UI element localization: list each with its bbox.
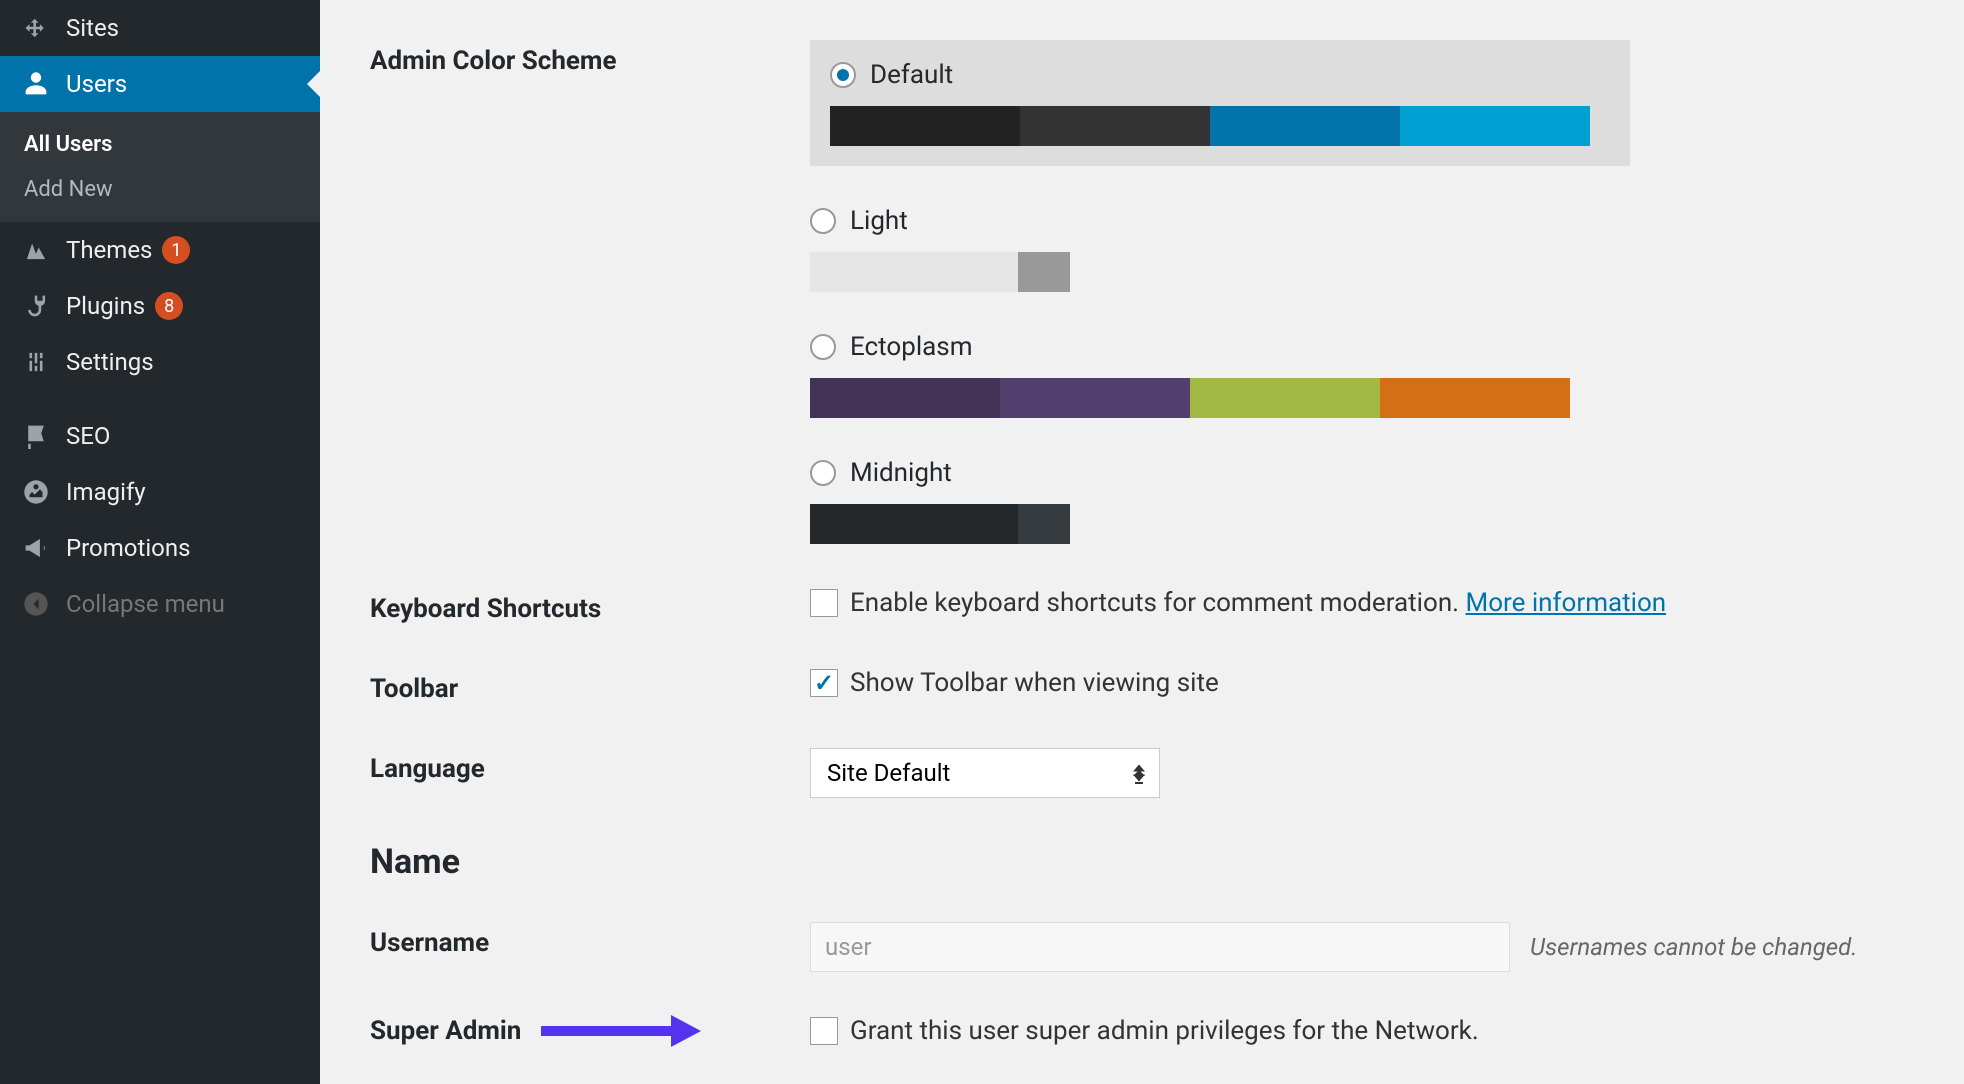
sidebar-item-promotions[interactable]: Promotions <box>0 520 320 576</box>
sidebar-item-label: Plugins <box>66 292 145 320</box>
color-option-ectoplasm[interactable]: Ectoplasm <box>810 332 1630 418</box>
sidebar-item-label: Promotions <box>66 534 190 562</box>
row-admin-color-scheme: Admin Color Scheme Default Light <box>370 40 1914 544</box>
users-submenu: All Users Add New <box>0 112 320 222</box>
admin-sidebar: Sites Users All Users Add New Themes 1 P… <box>0 0 320 1084</box>
sidebar-item-label: Users <box>66 70 127 98</box>
sidebar-item-users[interactable]: Users <box>0 56 320 112</box>
color-name: Ectoplasm <box>850 332 973 362</box>
themes-icon <box>20 237 52 263</box>
select-language[interactable]: Site Default <box>810 748 1160 798</box>
row-super-admin: Super Admin Grant this user super admin … <box>370 1016 1914 1046</box>
color-scheme-options: Default Light <box>810 40 1914 544</box>
plugins-badge: 8 <box>155 292 183 320</box>
sidebar-item-settings[interactable]: Settings <box>0 334 320 390</box>
sidebar-item-label: Sites <box>66 14 119 42</box>
settings-icon <box>20 349 52 375</box>
color-option-default[interactable]: Default <box>810 40 1630 166</box>
main-content: Admin Color Scheme Default Light <box>320 0 1964 1084</box>
swatches-light <box>810 252 1070 292</box>
sidebar-item-label: Settings <box>66 348 154 376</box>
swatches-ectoplasm <box>810 378 1570 418</box>
sidebar-item-sites[interactable]: Sites <box>0 0 320 56</box>
submenu-add-new[interactable]: Add New <box>0 167 320 212</box>
label-username: Username <box>370 922 810 958</box>
row-keyboard-shortcuts: Keyboard Shortcuts Enable keyboard short… <box>370 588 1914 624</box>
sidebar-collapse[interactable]: Collapse menu <box>0 576 320 632</box>
label-super-admin: Super Admin <box>370 1016 810 1046</box>
label-keyboard-shortcuts: Keyboard Shortcuts <box>370 588 810 624</box>
arrow-annotation-icon <box>541 1016 701 1046</box>
sidebar-item-seo[interactable]: SEO <box>0 408 320 464</box>
radio-light[interactable] <box>810 208 836 234</box>
color-name: Default <box>870 60 953 90</box>
radio-midnight[interactable] <box>810 460 836 486</box>
promotions-icon <box>20 535 52 561</box>
color-name: Light <box>850 206 908 236</box>
label-admin-color-scheme: Admin Color Scheme <box>370 40 810 76</box>
plugins-icon <box>20 293 52 319</box>
users-icon <box>20 71 52 97</box>
checkbox-label-keyboard: Enable keyboard shortcuts for comment mo… <box>850 588 1459 618</box>
checkbox-toolbar[interactable] <box>810 669 838 697</box>
color-option-midnight[interactable]: Midnight <box>810 458 1070 544</box>
sidebar-item-label: Themes <box>66 236 152 264</box>
imagify-icon <box>20 479 52 505</box>
collapse-icon <box>20 591 52 617</box>
seo-icon <box>20 423 52 449</box>
swatches-midnight <box>810 504 1070 544</box>
checkbox-super-admin[interactable] <box>810 1017 838 1045</box>
sidebar-item-imagify[interactable]: Imagify <box>0 464 320 520</box>
sidebar-item-themes[interactable]: Themes 1 <box>0 222 320 278</box>
radio-default[interactable] <box>830 62 856 88</box>
row-language: Language Site Default <box>370 748 1914 798</box>
row-toolbar: Toolbar Show Toolbar when viewing site <box>370 668 1914 704</box>
themes-badge: 1 <box>162 236 190 264</box>
label-language: Language <box>370 748 810 784</box>
input-username: user <box>810 922 1510 972</box>
select-arrows-icon <box>1133 765 1145 782</box>
swatches-default <box>830 106 1590 146</box>
checkbox-label-toolbar: Show Toolbar when viewing site <box>850 668 1219 698</box>
username-desc: Usernames cannot be changed. <box>1530 933 1857 961</box>
color-option-light[interactable]: Light <box>810 206 1070 292</box>
sidebar-item-label: SEO <box>66 422 110 450</box>
sidebar-item-label: Collapse menu <box>66 590 225 618</box>
color-name: Midnight <box>850 458 952 488</box>
link-more-info[interactable]: More information <box>1466 588 1667 618</box>
radio-ectoplasm[interactable] <box>810 334 836 360</box>
sidebar-item-plugins[interactable]: Plugins 8 <box>0 278 320 334</box>
sites-icon <box>20 15 52 41</box>
checkbox-label-super-admin: Grant this user super admin privileges f… <box>850 1016 1479 1046</box>
row-username: Username user Usernames cannot be change… <box>370 922 1914 972</box>
section-name: Name <box>370 842 1914 882</box>
select-value: Site Default <box>827 759 950 787</box>
label-toolbar: Toolbar <box>370 668 810 704</box>
checkbox-keyboard-shortcuts[interactable] <box>810 589 838 617</box>
submenu-all-users[interactable]: All Users <box>0 122 320 167</box>
sidebar-item-label: Imagify <box>66 478 146 506</box>
